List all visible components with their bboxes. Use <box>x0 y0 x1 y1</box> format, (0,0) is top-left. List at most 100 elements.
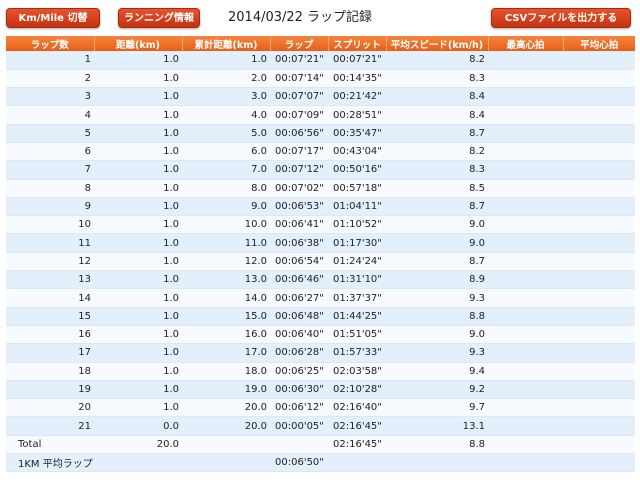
running-info-button[interactable]: ランニング情報 <box>118 8 200 28</box>
cell-max-heart-rate <box>488 215 563 235</box>
cell-cumulative-distance: 11.0 <box>182 233 270 253</box>
cell-avg-speed: 8.8 <box>386 307 488 326</box>
cell-avg-speed: 9.7 <box>386 398 488 418</box>
cell-avg-speed: 8.4 <box>386 87 488 107</box>
cell-distance: 1.0 <box>94 380 182 400</box>
table-row: 19 1.0 19.0 00:06'30" 02:10'28" 9.2 <box>6 380 635 400</box>
cell-avg-speed: 8.3 <box>386 69 488 89</box>
col-header-cumulative-distance[interactable]: 累計距離(km) <box>182 36 271 51</box>
table-row: 13 1.0 13.0 00:06'46" 01:31'10" 8.9 <box>6 270 635 290</box>
cell-split: 01:04'11" <box>328 197 386 217</box>
km-mile-toggle-button[interactable]: Km/Mile 切替 <box>6 8 100 28</box>
avg-lap-empty <box>328 453 635 473</box>
cell-lap-number: 21 <box>6 416 94 436</box>
cell-avg-heart-rate <box>563 179 635 198</box>
col-header-distance[interactable]: 距離(km) <box>94 36 183 51</box>
cell-split: 00:57'18" <box>328 179 386 198</box>
cell-avg-heart-rate <box>563 380 635 400</box>
cell-lap-number: 5 <box>6 124 94 143</box>
cell-lap-time: 00:06'27" <box>270 288 328 308</box>
cell-lap-number: 19 <box>6 380 94 400</box>
cell-avg-heart-rate <box>563 307 635 326</box>
cell-split: 00:43'04" <box>328 142 386 162</box>
cell-cumulative-distance: 14.0 <box>182 288 270 308</box>
total-max-hr <box>488 435 563 455</box>
cell-distance: 1.0 <box>94 252 182 272</box>
cell-avg-heart-rate <box>563 142 635 162</box>
cell-max-heart-rate <box>488 343 563 363</box>
cell-lap-number: 20 <box>6 398 94 418</box>
cell-split: 00:07'21" <box>328 51 386 70</box>
col-header-lap-time[interactable]: ラップ <box>270 36 329 51</box>
cell-cumulative-distance: 16.0 <box>182 325 270 345</box>
export-csv-button[interactable]: CSVファイルを出力する <box>491 8 631 28</box>
cell-max-heart-rate <box>488 307 563 326</box>
cell-cumulative-distance: 20.0 <box>182 416 270 436</box>
total-split: 02:16'45" <box>328 435 386 455</box>
cell-avg-heart-rate <box>563 343 635 363</box>
cell-lap-time: 00:06'40" <box>270 325 328 345</box>
table-header-row: ラップ数 距離(km) 累計距離(km) ラップ スプリット 平均スピード(km… <box>6 36 635 51</box>
cell-lap-number: 11 <box>6 233 94 253</box>
cell-distance: 1.0 <box>94 215 182 235</box>
cell-split: 01:31'10" <box>328 270 386 290</box>
cell-max-heart-rate <box>488 105 563 125</box>
cell-split: 02:03'58" <box>328 362 386 381</box>
cell-lap-number: 17 <box>6 343 94 363</box>
col-header-avg-speed[interactable]: 平均スピード(km/h) <box>386 36 489 51</box>
cell-cumulative-distance: 9.0 <box>182 197 270 217</box>
lap-table-body: 1 1.0 1.0 00:07'21" 00:07'21" 8.2 2 1.0 2.0 00:07… <box>6 51 635 436</box>
cell-lap-number: 14 <box>6 288 94 308</box>
cell-split: 02:16'40" <box>328 398 386 418</box>
cell-avg-heart-rate <box>563 105 635 125</box>
cell-avg-heart-rate <box>563 124 635 143</box>
cell-distance: 1.0 <box>94 325 182 345</box>
col-header-lap-number[interactable]: ラップ数 <box>6 36 95 51</box>
table-row: 12 1.0 12.0 00:06'54" 01:24'24" 8.7 <box>6 252 635 272</box>
cell-lap-number: 16 <box>6 325 94 345</box>
table-row: 5 1.0 5.0 00:06'56" 00:35'47" 8.7 <box>6 124 635 143</box>
cell-lap-time: 00:06'12" <box>270 398 328 418</box>
col-header-avg-heart-rate[interactable]: 平均心拍 <box>563 36 635 51</box>
table-row: 17 1.0 17.0 00:06'28" 01:57'33" 9.3 <box>6 343 635 363</box>
cell-avg-speed: 8.2 <box>386 142 488 162</box>
cell-avg-heart-rate <box>563 51 635 70</box>
table-row: 9 1.0 9.0 00:06'53" 01:04'11" 8.7 <box>6 197 635 217</box>
table-row: 2 1.0 2.0 00:07'14" 00:14'35" 8.3 <box>6 69 635 89</box>
cell-cumulative-distance: 4.0 <box>182 105 270 125</box>
table-row: 11 1.0 11.0 00:06'38" 01:17'30" 9.0 <box>6 233 635 253</box>
cell-split: 01:44'25" <box>328 307 386 326</box>
cell-cumulative-distance: 18.0 <box>182 362 270 381</box>
cell-avg-heart-rate <box>563 197 635 217</box>
cell-avg-heart-rate <box>563 362 635 381</box>
col-header-split[interactable]: スプリット <box>328 36 387 51</box>
cell-split: 00:14'35" <box>328 69 386 89</box>
cell-max-heart-rate <box>488 325 563 345</box>
cell-split: 01:51'05" <box>328 325 386 345</box>
avg-lap-value: 00:06'50" <box>270 453 328 473</box>
cell-lap-time: 00:07'07" <box>270 87 328 107</box>
table-row: 15 1.0 15.0 00:06'48" 01:44'25" 8.8 <box>6 307 635 326</box>
cell-lap-number: 4 <box>6 105 94 125</box>
cell-avg-speed: 13.1 <box>386 416 488 436</box>
table-row: 20 1.0 20.0 00:06'12" 02:16'40" 9.7 <box>6 398 635 418</box>
cell-distance: 1.0 <box>94 87 182 107</box>
cell-distance: 1.0 <box>94 105 182 125</box>
cell-split: 01:57'33" <box>328 343 386 363</box>
cell-avg-heart-rate <box>563 270 635 290</box>
cell-avg-heart-rate <box>563 398 635 418</box>
cell-avg-speed: 8.5 <box>386 179 488 198</box>
cell-avg-speed: 8.7 <box>386 252 488 272</box>
cell-cumulative-distance: 5.0 <box>182 124 270 143</box>
cell-max-heart-rate <box>488 252 563 272</box>
cell-split: 00:28'51" <box>328 105 386 125</box>
table-row: 10 1.0 10.0 00:06'41" 01:10'52" 9.0 <box>6 215 635 235</box>
cell-avg-heart-rate <box>563 288 635 308</box>
cell-max-heart-rate <box>488 416 563 436</box>
total-lap <box>270 435 328 455</box>
cell-max-heart-rate <box>488 124 563 143</box>
cell-cumulative-distance: 7.0 <box>182 160 270 180</box>
cell-split: 01:10'52" <box>328 215 386 235</box>
col-header-max-heart-rate[interactable]: 最高心拍 <box>488 36 564 51</box>
cell-lap-number: 2 <box>6 69 94 89</box>
